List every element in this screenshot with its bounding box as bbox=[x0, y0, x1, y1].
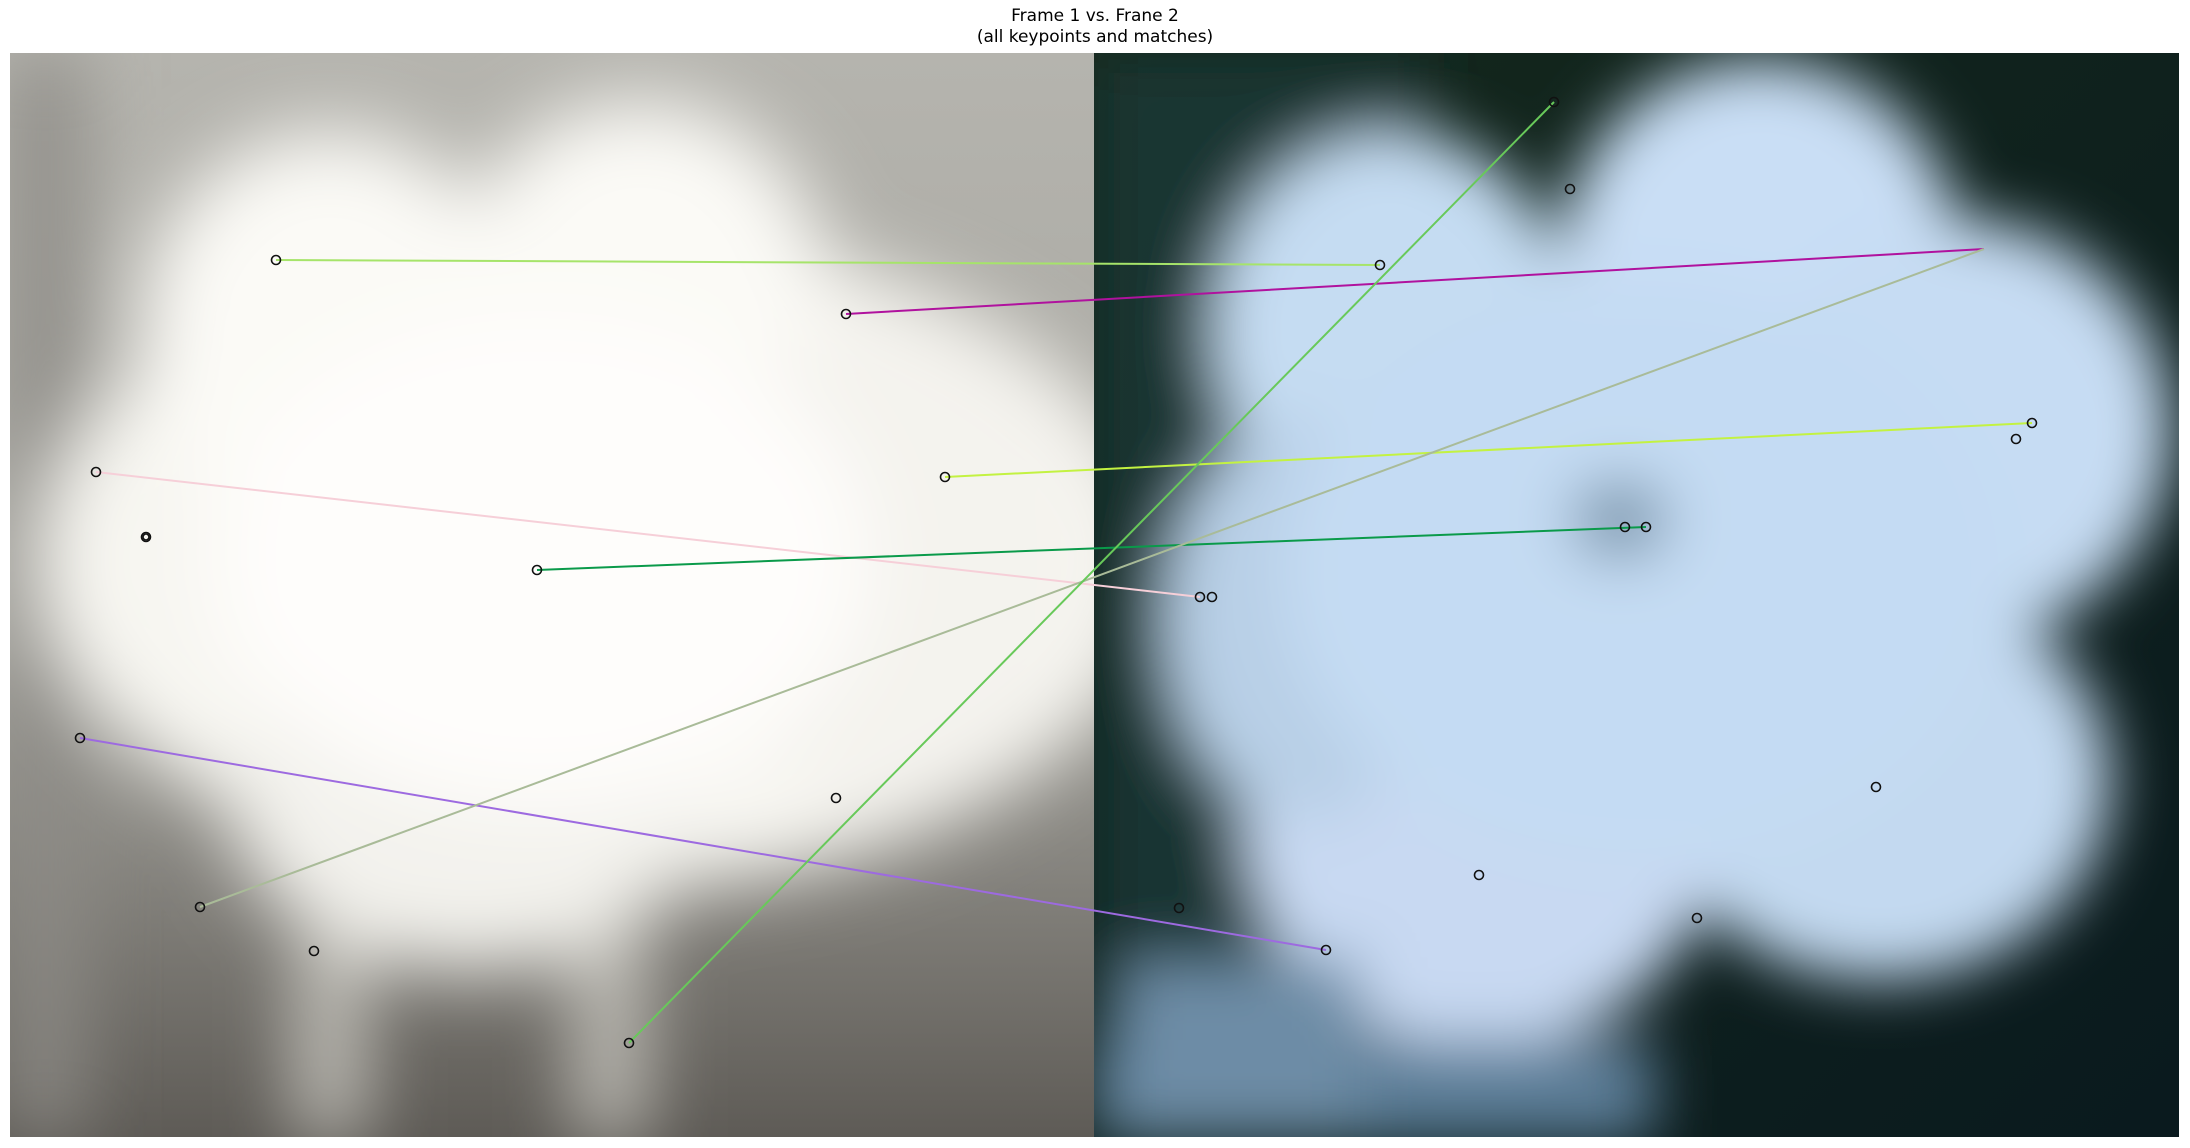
frame-1-image bbox=[10, 53, 1094, 1137]
matches-figure bbox=[10, 53, 2179, 1137]
frane-2-image bbox=[1094, 53, 2179, 1137]
